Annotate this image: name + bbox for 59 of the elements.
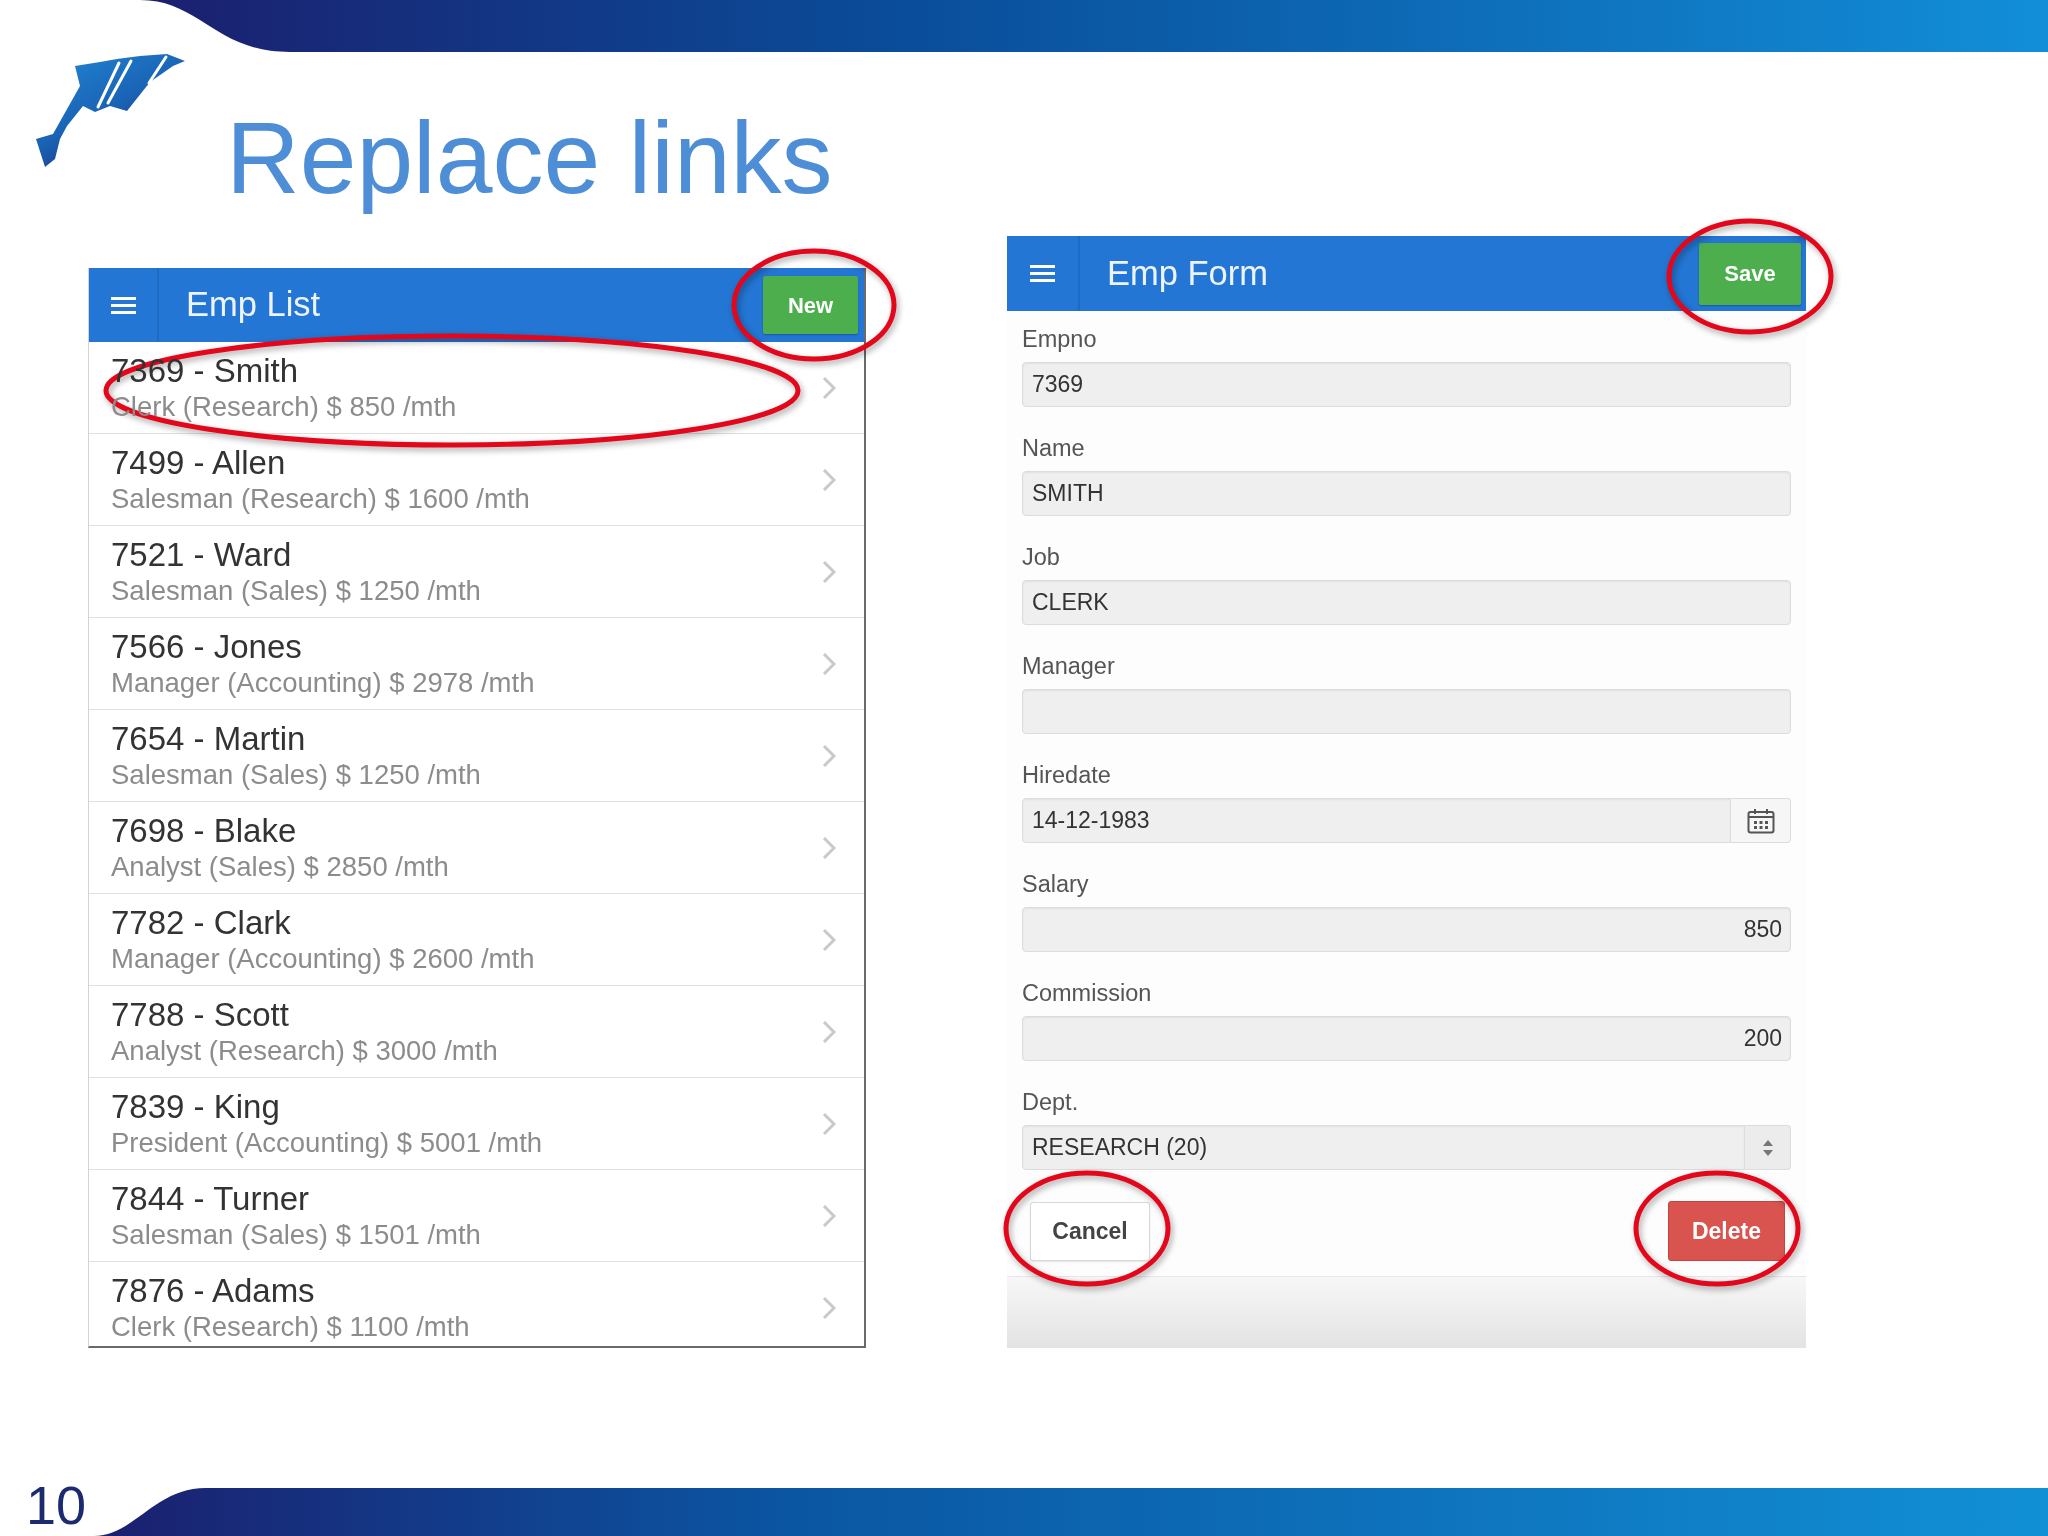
employee-details: President (Accounting) $ 5001 /mth: [111, 1126, 544, 1160]
employee-details: Manager (Accounting) $ 2978 /mth: [111, 666, 536, 700]
chevron-right-icon: [822, 560, 836, 584]
slide-title: Replace links: [226, 100, 833, 217]
employee-title: 7654 - Martin: [111, 720, 307, 757]
field-label: Hiredate: [1022, 761, 1112, 790]
chevron-right-icon: [822, 468, 836, 492]
employee-title: 7566 - Jones: [111, 628, 303, 665]
input-field[interactable]: 7369: [1022, 362, 1791, 407]
employee-details: Manager (Accounting) $ 2600 /mth: [111, 942, 536, 976]
field-label: Dept.: [1022, 1088, 1080, 1117]
employee-details: Salesman (Sales) $ 1250 /mth: [111, 574, 482, 608]
dropdown-field[interactable]: RESEARCH (20): [1022, 1125, 1745, 1170]
employee-details: Analyst (Research) $ 3000 /mth: [111, 1034, 499, 1068]
input-field[interactable]: CLERK: [1022, 580, 1791, 625]
app-title: Emp List: [186, 284, 321, 326]
chevron-right-icon: [822, 1020, 836, 1044]
page-number: 10: [26, 1478, 87, 1532]
dropdown-toggle[interactable]: [1745, 1125, 1791, 1170]
chevron-right-icon: [822, 652, 836, 676]
field-label: Job: [1022, 543, 1061, 572]
field-label: Manager: [1022, 652, 1116, 681]
chevron-right-icon: [822, 1112, 836, 1136]
employee-title: 7698 - Blake: [111, 812, 298, 849]
employee-title: 7782 - Clark: [111, 904, 292, 941]
field-label: Name: [1022, 434, 1086, 463]
employee-details: Salesman (Sales) $ 1250 /mth: [111, 758, 482, 792]
employee-title: 7788 - Scott: [111, 996, 290, 1033]
employee-title: 7876 - Adams: [111, 1272, 316, 1309]
delete-button[interactable]: Delete: [1668, 1201, 1785, 1261]
calendar-button[interactable]: [1731, 798, 1791, 843]
chevron-right-icon: [822, 744, 836, 768]
employee-details: Salesman (Research) $ 1600 /mth: [111, 482, 531, 516]
field-label: Salary: [1022, 870, 1090, 899]
menu-icon[interactable]: [110, 296, 136, 314]
chevron-right-icon: [822, 1296, 836, 1320]
up-down-arrows-icon: [1762, 1139, 1773, 1156]
chevron-right-icon: [822, 1204, 836, 1228]
chevron-right-icon: [822, 836, 836, 860]
number-field[interactable]: 200: [1022, 1016, 1791, 1061]
number-field[interactable]: 850: [1022, 907, 1791, 952]
menu-icon[interactable]: [1030, 265, 1055, 282]
employee-title: 7844 - Turner: [111, 1180, 311, 1217]
field-label: Empno: [1022, 325, 1098, 354]
employee-details: Salesman (Sales) $ 1501 /mth: [111, 1218, 482, 1252]
calendar-icon: [1746, 807, 1775, 834]
employee-title: 7839 - King: [111, 1088, 281, 1125]
employee-details: Clerk (Research) $ 1100 /mth: [111, 1310, 471, 1344]
input-field[interactable]: SMITH: [1022, 471, 1791, 516]
employee-title: 7521 - Ward: [111, 536, 293, 573]
employee-title: 7499 - Allen: [111, 444, 287, 481]
chevron-right-icon: [822, 928, 836, 952]
cancel-button[interactable]: Cancel: [1030, 1201, 1150, 1261]
field-label: Commission: [1022, 979, 1153, 1008]
employee-details: Analyst (Sales) $ 2850 /mth: [111, 850, 450, 884]
chevron-right-icon: [822, 376, 836, 400]
date-field[interactable]: 14-12-1983: [1022, 798, 1731, 843]
input-field[interactable]: [1022, 689, 1791, 734]
app-title: Emp Form: [1107, 252, 1268, 294]
